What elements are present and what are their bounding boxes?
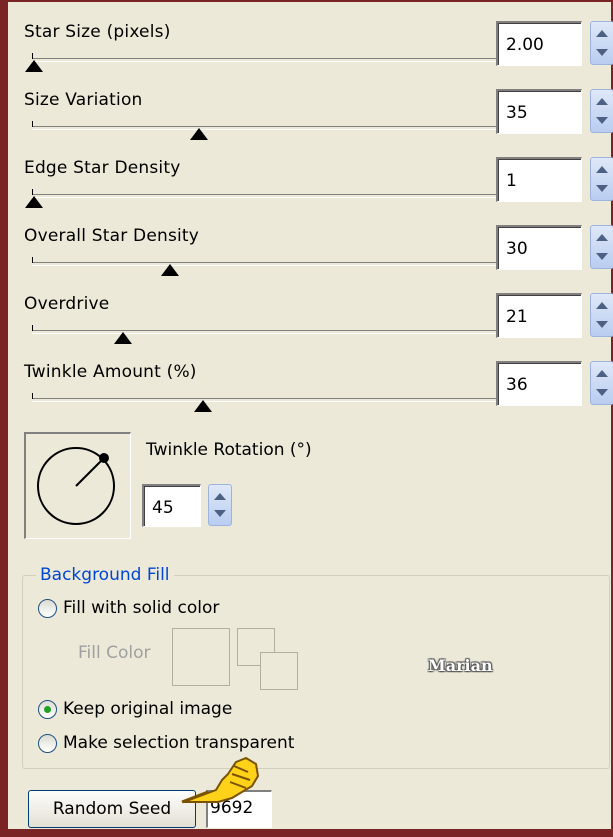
overdrive-input-box (496, 293, 582, 338)
overall-star-density-label: Overall Star Density (24, 226, 200, 246)
spin-up-icon[interactable] (596, 30, 608, 37)
radio-button-checked[interactable] (38, 699, 57, 719)
spin-up-icon[interactable] (596, 234, 608, 241)
fill-solid-color-option[interactable]: Fill with solid color (38, 596, 219, 620)
rotation-dial[interactable] (24, 432, 131, 539)
overall-star-density-slider-track[interactable] (32, 262, 506, 266)
spin-down-icon[interactable] (596, 117, 608, 124)
size-variation-spinner[interactable] (590, 89, 613, 133)
overdrive-input[interactable] (500, 299, 570, 335)
random-seed-button[interactable]: Random Seed (28, 790, 196, 828)
spin-down-icon[interactable] (214, 510, 226, 517)
spin-up-icon[interactable] (596, 370, 608, 377)
size-variation-input-box (496, 89, 582, 134)
star-size-label: Star Size (pixels) (24, 22, 171, 42)
spin-up-icon[interactable] (596, 302, 608, 309)
spin-down-icon[interactable] (596, 253, 608, 260)
star-size-input-box (496, 21, 582, 66)
fill-solid-color-label: Fill with solid color (63, 598, 220, 618)
twinkle-amount-spinner[interactable] (590, 361, 613, 405)
star-size-slider-thumb[interactable] (25, 60, 43, 72)
overdrive-label: Overdrive (24, 294, 110, 314)
spin-up-icon[interactable] (214, 493, 226, 500)
window-frame-top (0, 0, 613, 2)
spin-down-icon[interactable] (596, 185, 608, 192)
twinkle-amount-slider-track[interactable] (32, 398, 506, 402)
twinkle-amount-input[interactable] (500, 367, 570, 403)
spin-up-icon[interactable] (596, 166, 608, 173)
edge-star-density-spinner[interactable] (590, 157, 613, 201)
overdrive-slider-thumb[interactable] (114, 332, 133, 344)
slider-tick (32, 257, 33, 263)
slider-tick (32, 121, 33, 127)
fill-color-label: Fill Color (78, 643, 151, 663)
radio-button[interactable] (38, 598, 57, 618)
foreground-color-swatch[interactable] (260, 652, 298, 690)
slider-tick (32, 393, 33, 399)
spin-down-icon[interactable] (596, 49, 608, 56)
twinkle-rotation-input[interactable] (146, 490, 196, 526)
spin-up-icon[interactable] (596, 98, 608, 105)
star-size-input[interactable] (500, 27, 570, 63)
size-variation-slider-thumb[interactable] (189, 128, 208, 140)
radio-button[interactable] (38, 733, 57, 753)
overall-star-density-input[interactable] (500, 231, 570, 267)
fill-color-swatch[interactable] (172, 628, 230, 686)
size-variation-input[interactable] (500, 95, 570, 131)
window-frame-left (0, 0, 8, 837)
spin-down-icon[interactable] (596, 389, 608, 396)
spin-down-icon[interactable] (596, 321, 608, 328)
dial-icon[interactable] (26, 434, 130, 538)
twinkle-rotation-input-box (142, 484, 201, 527)
twinkle-amount-label: Twinkle Amount (%) (24, 362, 197, 382)
edge-star-density-input[interactable] (500, 163, 570, 199)
overall-star-density-input-box (496, 225, 582, 270)
pointing-hand-icon (181, 757, 259, 804)
overdrive-spinner[interactable] (590, 293, 613, 337)
twinkle-rotation-label: Twinkle Rotation (°) (146, 440, 312, 460)
edge-star-density-slider-track[interactable] (32, 194, 506, 198)
edge-star-density-slider-thumb[interactable] (25, 196, 43, 208)
edge-star-density-input-box (496, 157, 582, 202)
overall-star-density-spinner[interactable] (590, 225, 613, 269)
edge-star-density-label: Edge Star Density (24, 158, 181, 178)
size-variation-label: Size Variation (24, 90, 143, 110)
keep-original-image-label: Keep original image (63, 699, 233, 719)
slider-tick (32, 53, 33, 59)
window-frame-bottom (0, 829, 613, 837)
make-selection-transparent-label: Make selection transparent (63, 733, 295, 753)
slider-tick (32, 325, 33, 331)
size-variation-slider-track[interactable] (32, 126, 506, 130)
background-fill-title: Background Fill (36, 565, 174, 585)
keep-original-image-option[interactable]: Keep original image (38, 697, 232, 721)
star-size-spinner[interactable] (590, 21, 613, 65)
overdrive-slider-track[interactable] (32, 330, 506, 334)
twinkle-rotation-spinner[interactable] (208, 484, 232, 526)
star-size-slider-track[interactable] (32, 58, 506, 62)
overall-star-density-slider-thumb[interactable] (161, 264, 180, 276)
twinkle-amount-input-box (496, 361, 582, 406)
watermark-text: Marian (428, 656, 493, 675)
slider-tick (32, 189, 33, 195)
twinkle-amount-slider-thumb[interactable] (194, 400, 213, 412)
